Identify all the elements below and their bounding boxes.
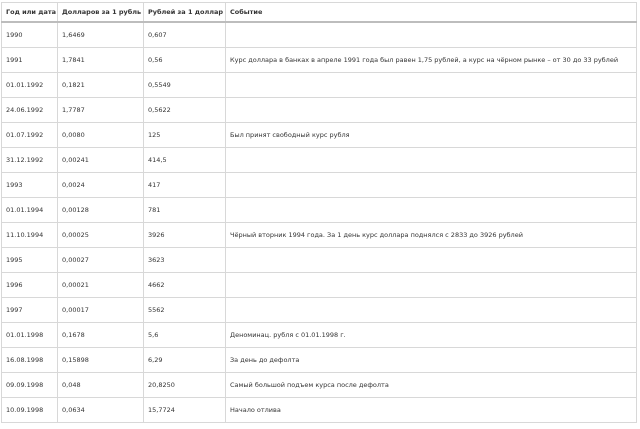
table-row: 11.10.1994 0,00025 3926 Чёрный вторник 1…: [1, 222, 637, 248]
cell-usd-per-rub: 0,0024: [57, 172, 144, 198]
table-row: 16.08.1998 0,15898 6,29 За день до дефол…: [1, 347, 637, 373]
cell-rub-per-usd: 5,6: [143, 322, 226, 348]
cell-usd-per-rub: 1,7841: [57, 47, 144, 73]
cell-usd-per-rub: 0,0080: [57, 122, 144, 148]
cell-event: [225, 72, 637, 98]
cell-event: [225, 272, 637, 298]
table-row: 1995 0,00027 3623: [1, 247, 637, 273]
cell-event: Был принят свободный курс рубля: [225, 122, 637, 148]
cell-usd-per-rub: 0,00027: [57, 247, 144, 273]
cell-date: 01.01.1992: [1, 72, 58, 98]
cell-rub-per-usd: 6,29: [143, 347, 226, 373]
cell-rub-per-usd: 4662: [143, 272, 226, 298]
cell-event: Начало отлива: [225, 397, 637, 423]
header-event: Событие: [225, 2, 637, 23]
cell-rub-per-usd: 0,5622: [143, 97, 226, 123]
cell-date: 24.06.1992: [1, 97, 58, 123]
cell-event: Курс доллара в банках в апреле 1991 года…: [225, 47, 637, 73]
cell-date: 01.01.1998: [1, 322, 58, 348]
cell-rub-per-usd: 0,607: [143, 21, 226, 48]
cell-event: [225, 147, 637, 173]
table-row: 1997 0,00017 5562: [1, 297, 637, 323]
table-row: 31.12.1992 0,00241 414,5: [1, 147, 637, 173]
cell-usd-per-rub: 0,0634: [57, 397, 144, 423]
cell-date: 11.10.1994: [1, 222, 58, 248]
cell-usd-per-rub: 0,1821: [57, 72, 144, 98]
table-row: 1996 0,00021 4662: [1, 272, 637, 298]
cell-event: [225, 297, 637, 323]
table-row: 09.09.1998 0,048 20,8250 Самый большой п…: [1, 372, 637, 398]
cell-rub-per-usd: 3926: [143, 222, 226, 248]
cell-rub-per-usd: 0,56: [143, 47, 226, 73]
cell-event: [225, 21, 637, 48]
cell-rub-per-usd: 5562: [143, 297, 226, 323]
cell-usd-per-rub: 0,00021: [57, 272, 144, 298]
cell-usd-per-rub: 0,00017: [57, 297, 144, 323]
table-header-row: Год или дата Долларов за 1 рубль Рублей …: [1, 2, 637, 23]
cell-event: [225, 172, 637, 198]
table-row: 1991 1,7841 0,56 Курс доллара в банках в…: [1, 47, 637, 73]
header-rub-per-usd: Рублей за 1 доллар: [143, 2, 226, 23]
table-row: 01.01.1994 0,00128 781: [1, 197, 637, 223]
cell-date: 1995: [1, 247, 58, 273]
table-row: 10.09.1998 0,0634 15,7724 Начало отлива: [1, 397, 637, 423]
cell-date: 09.09.1998: [1, 372, 58, 398]
cell-date: 1993: [1, 172, 58, 198]
cell-date: 01.07.1992: [1, 122, 58, 148]
cell-rub-per-usd: 417: [143, 172, 226, 198]
cell-date: 1997: [1, 297, 58, 323]
cell-rub-per-usd: 125: [143, 122, 226, 148]
cell-event: Самый большой подъем курса после дефолта: [225, 372, 637, 398]
cell-event: [225, 97, 637, 123]
cell-usd-per-rub: 0,00241: [57, 147, 144, 173]
cell-rub-per-usd: 20,8250: [143, 372, 226, 398]
cell-date: 16.08.1998: [1, 347, 58, 373]
cell-rub-per-usd: 414,5: [143, 147, 226, 173]
table-row: 01.01.1992 0,1821 0,5549: [1, 72, 637, 98]
cell-usd-per-rub: 0,00025: [57, 222, 144, 248]
table-row: 24.06.1992 1,7787 0,5622: [1, 97, 637, 123]
cell-rub-per-usd: 781: [143, 197, 226, 223]
cell-usd-per-rub: 1,6469: [57, 21, 144, 48]
table-row: 1993 0,0024 417: [1, 172, 637, 198]
cell-date: 10.09.1998: [1, 397, 58, 423]
table-row: 1990 1,6469 0,607: [1, 21, 637, 48]
cell-date: 01.01.1994: [1, 197, 58, 223]
cell-date: 1996: [1, 272, 58, 298]
header-usd-per-rub: Долларов за 1 рубль: [57, 2, 144, 23]
cell-rub-per-usd: 3623: [143, 247, 226, 273]
cell-event: За день до дефолта: [225, 347, 637, 373]
cell-usd-per-rub: 0,1678: [57, 322, 144, 348]
cell-rub-per-usd: 15,7724: [143, 397, 226, 423]
exchange-rate-table: Год или дата Долларов за 1 рубль Рублей …: [1, 2, 637, 423]
cell-rub-per-usd: 0,5549: [143, 72, 226, 98]
cell-event: Чёрный вторник 1994 года. За 1 день курс…: [225, 222, 637, 248]
cell-event: [225, 247, 637, 273]
cell-usd-per-rub: 0,048: [57, 372, 144, 398]
cell-usd-per-rub: 0,00128: [57, 197, 144, 223]
cell-date: 1990: [1, 21, 58, 48]
table-row: 01.01.1998 0,1678 5,6 Деноминац. рубля с…: [1, 322, 637, 348]
header-date: Год или дата: [1, 2, 58, 23]
cell-date: 1991: [1, 47, 58, 73]
cell-event: Деноминац. рубля с 01.01.1998 г.: [225, 322, 637, 348]
table-row: 01.07.1992 0,0080 125 Был принят свободн…: [1, 122, 637, 148]
cell-event: [225, 197, 637, 223]
cell-usd-per-rub: 0,15898: [57, 347, 144, 373]
cell-usd-per-rub: 1,7787: [57, 97, 144, 123]
cell-date: 31.12.1992: [1, 147, 58, 173]
